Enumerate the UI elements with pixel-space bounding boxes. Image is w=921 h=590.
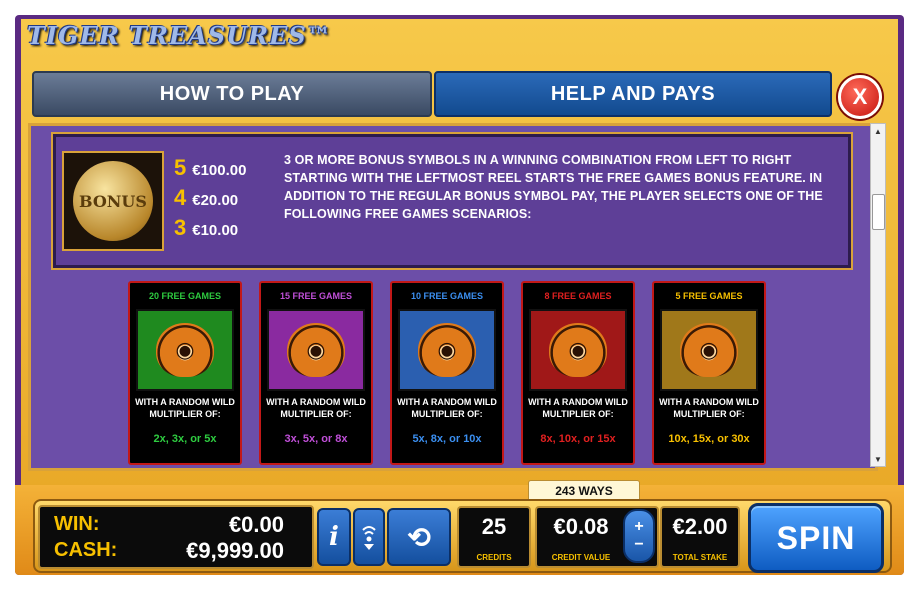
free-games-title: 8 FREE GAMES: [544, 291, 612, 301]
pay-count: 5: [174, 155, 187, 180]
minus-icon[interactable]: −: [634, 536, 643, 554]
info-icon: i: [329, 522, 339, 552]
game-logo: TIGER TREASURES™: [27, 21, 332, 50]
free-games-multiplier: 3x, 5x, or 8x: [284, 433, 348, 445]
free-games-line1: WITH A RANDOM WILD: [659, 397, 759, 407]
free-games-multiplier: 8x, 10x, or 15x: [540, 433, 616, 445]
win-value: €0.00: [228, 512, 284, 537]
scroll-up-icon[interactable]: ▲: [871, 124, 885, 138]
tab-how-to-play[interactable]: HOW TO PLAY: [32, 71, 432, 117]
credit-value-stepper[interactable]: + −: [623, 509, 655, 563]
tiger-icon: ◉: [287, 323, 345, 377]
pay-count: 4: [174, 185, 187, 210]
tiger-image: ◉: [529, 309, 627, 391]
close-button[interactable]: X: [838, 75, 882, 119]
total-stake-label: TOTAL STAKE: [672, 553, 728, 562]
free-games-card-20[interactable]: 20 FREE GAMES ◉ WITH A RANDOM WILD MULTI…: [128, 281, 242, 465]
cash-label: CASH:: [54, 539, 118, 561]
free-games-line1: WITH A RANDOM WILD: [397, 397, 497, 407]
tiger-icon: ◉: [418, 323, 476, 377]
win-label: WIN:: [54, 513, 100, 535]
free-games-line1: WITH A RANDOM WILD: [528, 397, 628, 407]
tiger-image: ◉: [136, 309, 234, 391]
game-window: TIGER TREASURES™ HOW TO PLAY HELP AND PA…: [15, 15, 904, 575]
cash-value: €9,999.00: [186, 538, 284, 563]
free-games-card-8[interactable]: 8 FREE GAMES ◉ WITH A RANDOM WILD MULTIP…: [521, 281, 635, 465]
credit-value: €0.08: [553, 514, 609, 539]
free-games-title: 20 FREE GAMES: [148, 291, 222, 301]
tab-help-and-pays[interactable]: HELP AND PAYS: [434, 71, 832, 117]
plus-icon[interactable]: +: [634, 518, 643, 536]
spin-button[interactable]: SPIN: [748, 503, 884, 573]
free-games-title: 15 FREE GAMES: [279, 291, 353, 301]
pay-value: €100.00: [192, 162, 247, 179]
pay-row-4: 4 €20.00: [174, 185, 238, 211]
free-games-card-5[interactable]: 5 FREE GAMES ◉ WITH A RANDOM WILD MULTIP…: [652, 281, 766, 465]
bonus-symbol: BONUS: [62, 151, 164, 251]
pay-value: €20.00: [192, 192, 239, 209]
tiger-image: ◉: [660, 309, 758, 391]
bonus-description: 3 OR MORE BONUS SYMBOLS IN A WINNING COM…: [284, 153, 823, 221]
total-stake-value: €2.00: [672, 514, 728, 539]
autoplay-icon: ⟲: [407, 521, 431, 553]
info-button[interactable]: i: [317, 508, 351, 566]
panel-scrollbar[interactable]: ▲ ▼: [870, 123, 886, 467]
pay-row-3: 3 €10.00: [174, 215, 238, 241]
tiger-image: ◉: [398, 309, 496, 391]
win-cash-display: WIN: €0.00 CASH: €9,999.00: [38, 505, 314, 569]
bonus-pay-section: BONUS 5 €100.00 4 €20.00 3 €10.00 3 OR M…: [51, 132, 853, 270]
credits-display: 25 CREDITS: [457, 506, 531, 568]
tiger-icon: ◉: [549, 323, 607, 377]
autoplay-button[interactable]: ⟲: [387, 508, 451, 566]
free-games-line2: MULTIPLIER OF:: [411, 409, 483, 419]
sound-button[interactable]: [353, 508, 385, 566]
scroll-thumb[interactable]: [872, 194, 885, 230]
credits-label: CREDITS: [476, 553, 512, 562]
free-games-card-15[interactable]: 15 FREE GAMES ◉ WITH A RANDOM WILD MULTI…: [259, 281, 373, 465]
pay-count: 3: [174, 215, 187, 240]
free-games-multiplier: 5x, 8x, or 10x: [412, 433, 482, 445]
tiger-icon: ◉: [156, 323, 214, 377]
bonus-coin-icon: BONUS: [73, 161, 153, 241]
free-games-card-10[interactable]: 10 FREE GAMES ◉ WITH A RANDOM WILD MULTI…: [390, 281, 504, 465]
free-games-line1: WITH A RANDOM WILD: [135, 397, 235, 407]
free-games-line2: MULTIPLIER OF:: [280, 409, 352, 419]
credits-value: 25: [481, 514, 507, 539]
pay-value: €10.00: [192, 222, 239, 239]
tiger-icon: ◉: [680, 323, 738, 377]
pay-row-5: 5 €100.00: [174, 155, 246, 181]
free-games-multiplier: 2x, 3x, or 5x: [153, 433, 217, 445]
free-games-title: 5 FREE GAMES: [675, 291, 743, 301]
free-games-title: 10 FREE GAMES: [410, 291, 484, 301]
scroll-down-icon[interactable]: ▼: [871, 452, 885, 466]
bonus-symbol-label: BONUS: [79, 191, 147, 211]
tiger-image: ◉: [267, 309, 365, 391]
free-games-line1: WITH A RANDOM WILD: [266, 397, 366, 407]
credit-value-label: CREDIT VALUE: [551, 553, 611, 562]
sound-icon: [362, 526, 376, 550]
free-games-line2: MULTIPLIER OF:: [542, 409, 614, 419]
free-games-multiplier: 10x, 15x, or 30x: [668, 433, 750, 445]
total-stake-display: €2.00 TOTAL STAKE: [660, 506, 740, 568]
free-games-line2: MULTIPLIER OF:: [673, 409, 745, 419]
free-games-line2: MULTIPLIER OF:: [149, 409, 221, 419]
